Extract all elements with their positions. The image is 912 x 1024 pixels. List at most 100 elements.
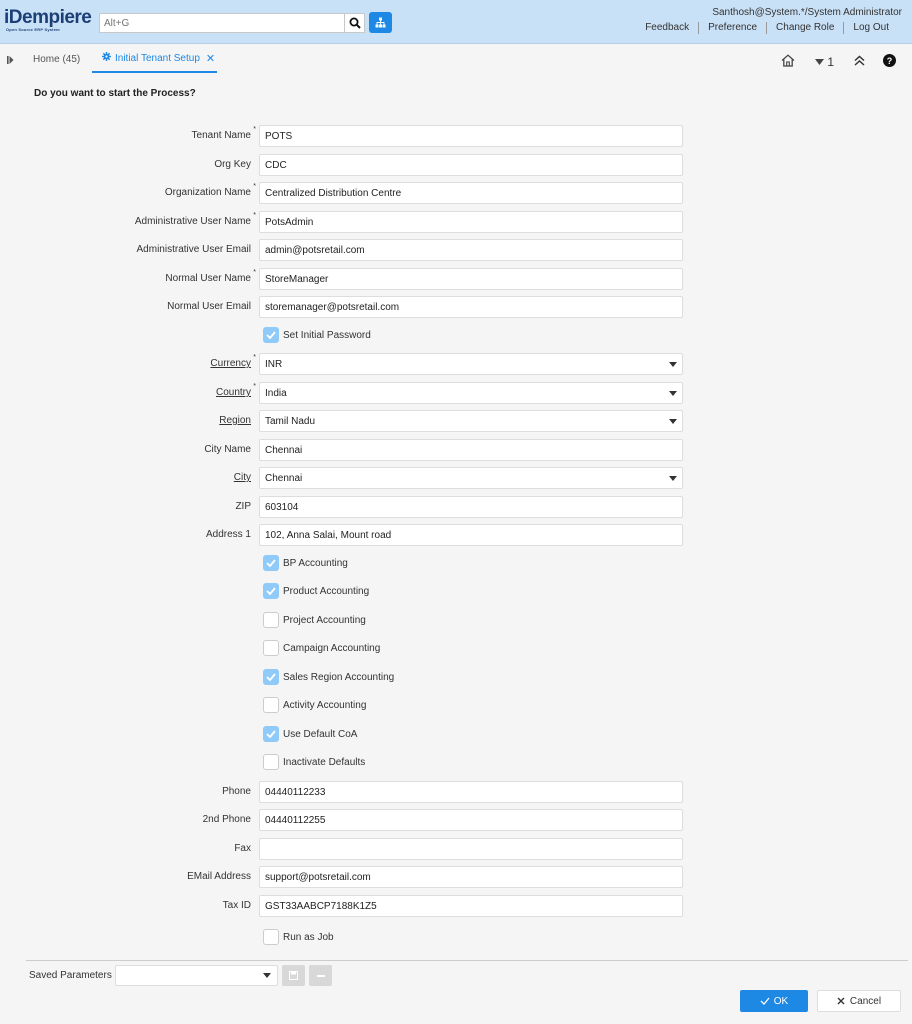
dropdown-arrow-icon[interactable] [669,391,677,396]
sidebar-toggle-icon[interactable] [7,56,14,67]
zip-field[interactable]: 603104 [259,496,683,518]
run-as-job-checkbox[interactable]: Run as Job [263,929,334,945]
phone2-field[interactable]: 04440112255 [259,809,683,831]
menu-tree-button[interactable] [369,12,392,33]
inactivate-defaults-checkbox[interactable]: Inactivate Defaults [263,754,365,770]
close-tab-icon[interactable]: ✕ [206,52,215,65]
tab-home[interactable]: Home (45) [33,54,80,65]
dropdown-arrow-icon[interactable] [263,973,271,978]
checkbox-box[interactable] [263,929,279,945]
field-label: Fax [234,843,251,854]
dropdown-arrow-icon[interactable] [669,419,677,424]
header-links: Feedback Preference Change Role Log Out [636,22,898,34]
window-switch-dropdown[interactable]: 1 [815,55,834,69]
fax-field[interactable] [259,838,683,860]
saved-parameters-label: Saved Parameters [29,970,112,981]
field-label: Organization Name * [164,183,256,198]
checkbox-label: Inactivate Defaults [283,756,366,768]
check-icon [266,730,276,738]
window-count: 1 [827,55,834,69]
field-label: Normal User Name * [165,269,256,284]
city-name-field[interactable]: Chennai [259,439,683,461]
field-label: 2nd Phone [202,814,251,825]
dropdown-arrow-icon[interactable] [669,476,677,481]
currency-select[interactable]: INR [259,353,683,375]
normal-user-name-field[interactable]: StoreManager [259,268,683,290]
checkbox-label: Activity Accounting [283,699,367,711]
set-initial-password-checkbox[interactable]: Set Initial Password [263,327,371,343]
footer-divider [26,960,908,961]
field-row-admin-user-name: Administrative User Name * PotsAdmin [0,211,912,233]
cancel-label: Cancel [849,995,882,1007]
saved-parameters-select[interactable] [115,965,278,986]
minus-icon [316,974,325,977]
checkbox-box[interactable] [263,327,279,343]
field-row-org-key: Org Key CDC [0,154,912,176]
admin-user-name-field[interactable]: PotsAdmin [259,211,683,233]
field-row-address1: Address 1 102, Anna Salai, Mount road [0,524,912,546]
change-role-link[interactable]: Change Role [766,22,843,34]
campaign-accounting-checkbox[interactable]: Campaign Accounting [263,640,380,656]
field-row-normal-user-name: Normal User Name * StoreManager [0,268,912,290]
tax-id-field[interactable]: GST33AABCP7188K1Z5 [259,895,683,917]
normal-user-email-field[interactable]: storemanager@potsretail.com [259,296,683,318]
city-select[interactable]: Chennai [259,467,683,489]
save-parameters-button[interactable] [282,965,305,986]
email-address-field[interactable]: support@potsretail.com [259,866,683,888]
select-value: Tamil Nadu [265,416,316,427]
field-label-link[interactable]: Currency * [210,354,256,369]
check-icon [266,673,276,681]
search-button[interactable] [345,13,365,33]
checkbox-box[interactable] [263,612,279,628]
home-icon[interactable] [781,54,795,70]
address1-field[interactable]: 102, Anna Salai, Mount road [259,524,683,546]
help-icon[interactable]: ? [883,54,896,70]
preference-link[interactable]: Preference [698,22,766,34]
bp-accounting-checkbox[interactable]: BP Accounting [263,555,348,571]
field-label-link[interactable]: Region [219,415,251,426]
product-accounting-checkbox[interactable]: Product Accounting [263,583,369,599]
checkbox-box[interactable] [263,726,279,742]
checkbox-box[interactable] [263,555,279,571]
project-accounting-checkbox[interactable]: Project Accounting [263,612,366,628]
checkbox-label: Set Initial Password [283,329,371,341]
header-bar: iDempiere Open Source ERP System Santhos… [0,0,912,44]
check-icon [266,331,276,339]
phone-field[interactable]: 04440112233 [259,781,683,803]
app-logo[interactable]: iDempiere Open Source ERP System [4,8,96,36]
country-select[interactable]: India [259,382,683,404]
checkbox-box[interactable] [263,669,279,685]
checkbox-box[interactable] [263,754,279,770]
collapse-up-icon[interactable] [854,55,865,69]
field-row-tax-id: Tax ID GST33AABCP7188K1Z5 [0,895,912,917]
region-select[interactable]: Tamil Nadu [259,410,683,432]
admin-user-email-field[interactable]: admin@potsretail.com [259,239,683,261]
logout-link[interactable]: Log Out [843,22,898,34]
field-label-link[interactable]: City [234,472,251,483]
cancel-button[interactable]: Cancel [817,990,901,1012]
org-key-field[interactable]: CDC [259,154,683,176]
feedback-link[interactable]: Feedback [636,22,698,34]
checkbox-box[interactable] [263,640,279,656]
checkbox-box[interactable] [263,583,279,599]
use-default-coa-checkbox[interactable]: Use Default CoA [263,726,357,742]
tab-initial-tenant-setup[interactable]: Initial Tenant Setup ✕ [92,45,217,73]
check-icon [266,587,276,595]
checkbox-label: Sales Region Accounting [283,671,395,683]
delete-parameters-button[interactable] [309,965,332,986]
ok-button[interactable]: OK [740,990,808,1012]
logo-text: iDempiere [4,7,92,28]
tab-bar: Home (45) Initial Tenant Setup ✕ 1 ? [0,45,912,74]
checkbox-box[interactable] [263,697,279,713]
dropdown-arrow-icon[interactable] [669,362,677,367]
field-label: ZIP [235,501,251,512]
sales-region-accounting-checkbox[interactable]: Sales Region Accounting [263,669,394,685]
check-icon [266,559,276,567]
global-search-input[interactable] [99,13,345,33]
activity-accounting-checkbox[interactable]: Activity Accounting [263,697,366,713]
field-label-link[interactable]: Country * [216,383,256,398]
select-value: INR [265,359,283,370]
tenant-name-field[interactable]: POTS [259,125,683,147]
field-label: Address 1 [205,529,251,540]
organization-name-field[interactable]: Centralized Distribution Centre [259,182,683,204]
